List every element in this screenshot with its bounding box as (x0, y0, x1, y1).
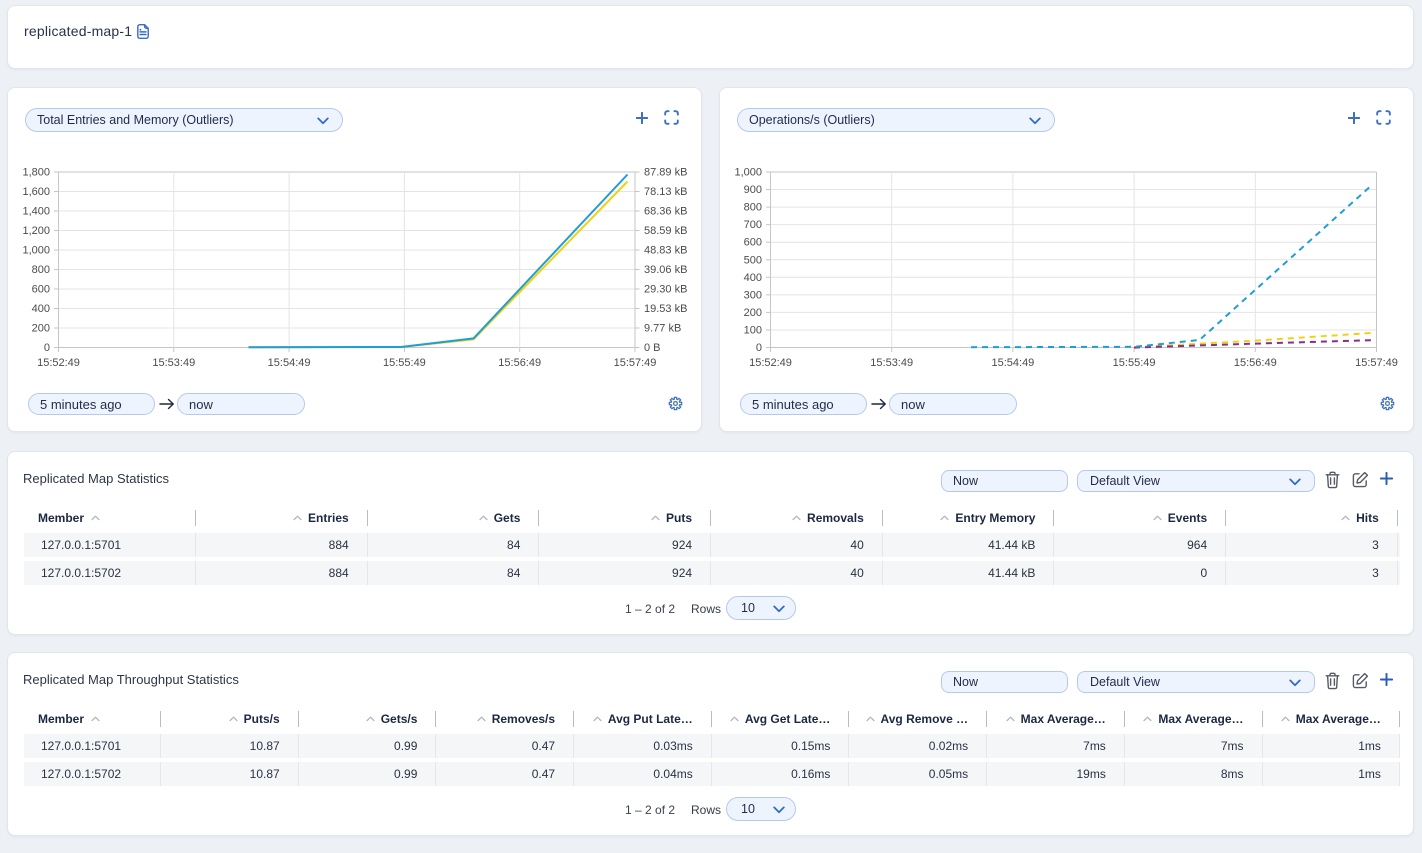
svg-text:700: 700 (744, 219, 762, 231)
svg-text:500: 500 (744, 254, 762, 266)
svg-text:15:53:49: 15:53:49 (152, 357, 195, 369)
svg-text:78.13 kB: 78.13 kB (644, 186, 687, 198)
svg-text:9.77 kB: 9.77 kB (644, 323, 681, 335)
svg-text:15:56:49: 15:56:49 (498, 357, 541, 369)
svg-text:1,400: 1,400 (22, 206, 50, 218)
svg-text:0: 0 (44, 342, 50, 354)
svg-text:200: 200 (32, 323, 50, 335)
svg-text:15:55:49: 15:55:49 (1113, 357, 1156, 369)
svg-text:800: 800 (32, 264, 50, 276)
svg-text:29.30 kB: 29.30 kB (644, 284, 687, 296)
svg-text:600: 600 (744, 237, 762, 249)
svg-text:15:52:49: 15:52:49 (749, 357, 792, 369)
svg-text:15:55:49: 15:55:49 (383, 357, 426, 369)
svg-text:600: 600 (32, 284, 50, 296)
svg-text:1,800: 1,800 (22, 167, 50, 179)
svg-text:15:57:49: 15:57:49 (614, 357, 657, 369)
svg-text:0: 0 (756, 342, 762, 354)
svg-text:1,600: 1,600 (22, 186, 50, 198)
svg-text:100: 100 (744, 324, 762, 336)
svg-text:19.53 kB: 19.53 kB (644, 303, 687, 315)
svg-text:39.06 kB: 39.06 kB (644, 264, 687, 276)
svg-text:200: 200 (744, 307, 762, 319)
svg-text:15:54:49: 15:54:49 (268, 357, 311, 369)
svg-text:15:52:49: 15:52:49 (37, 357, 80, 369)
svg-text:68.36 kB: 68.36 kB (644, 206, 687, 218)
svg-text:300: 300 (744, 289, 762, 301)
svg-text:15:56:49: 15:56:49 (1234, 357, 1277, 369)
svg-text:15:57:49: 15:57:49 (1355, 357, 1398, 369)
svg-text:1,200: 1,200 (22, 225, 50, 237)
svg-text:48.83 kB: 48.83 kB (644, 245, 687, 257)
svg-text:1,000: 1,000 (734, 167, 762, 179)
svg-text:1,000: 1,000 (22, 245, 50, 257)
svg-text:400: 400 (32, 303, 50, 315)
svg-text:800: 800 (744, 202, 762, 214)
svg-text:400: 400 (744, 272, 762, 284)
svg-text:87.89 kB: 87.89 kB (644, 167, 687, 179)
svg-text:58.59 kB: 58.59 kB (644, 225, 687, 237)
svg-text:15:54:49: 15:54:49 (991, 357, 1034, 369)
svg-text:0 B: 0 B (644, 342, 661, 354)
svg-text:15:53:49: 15:53:49 (870, 357, 913, 369)
svg-text:900: 900 (744, 184, 762, 196)
